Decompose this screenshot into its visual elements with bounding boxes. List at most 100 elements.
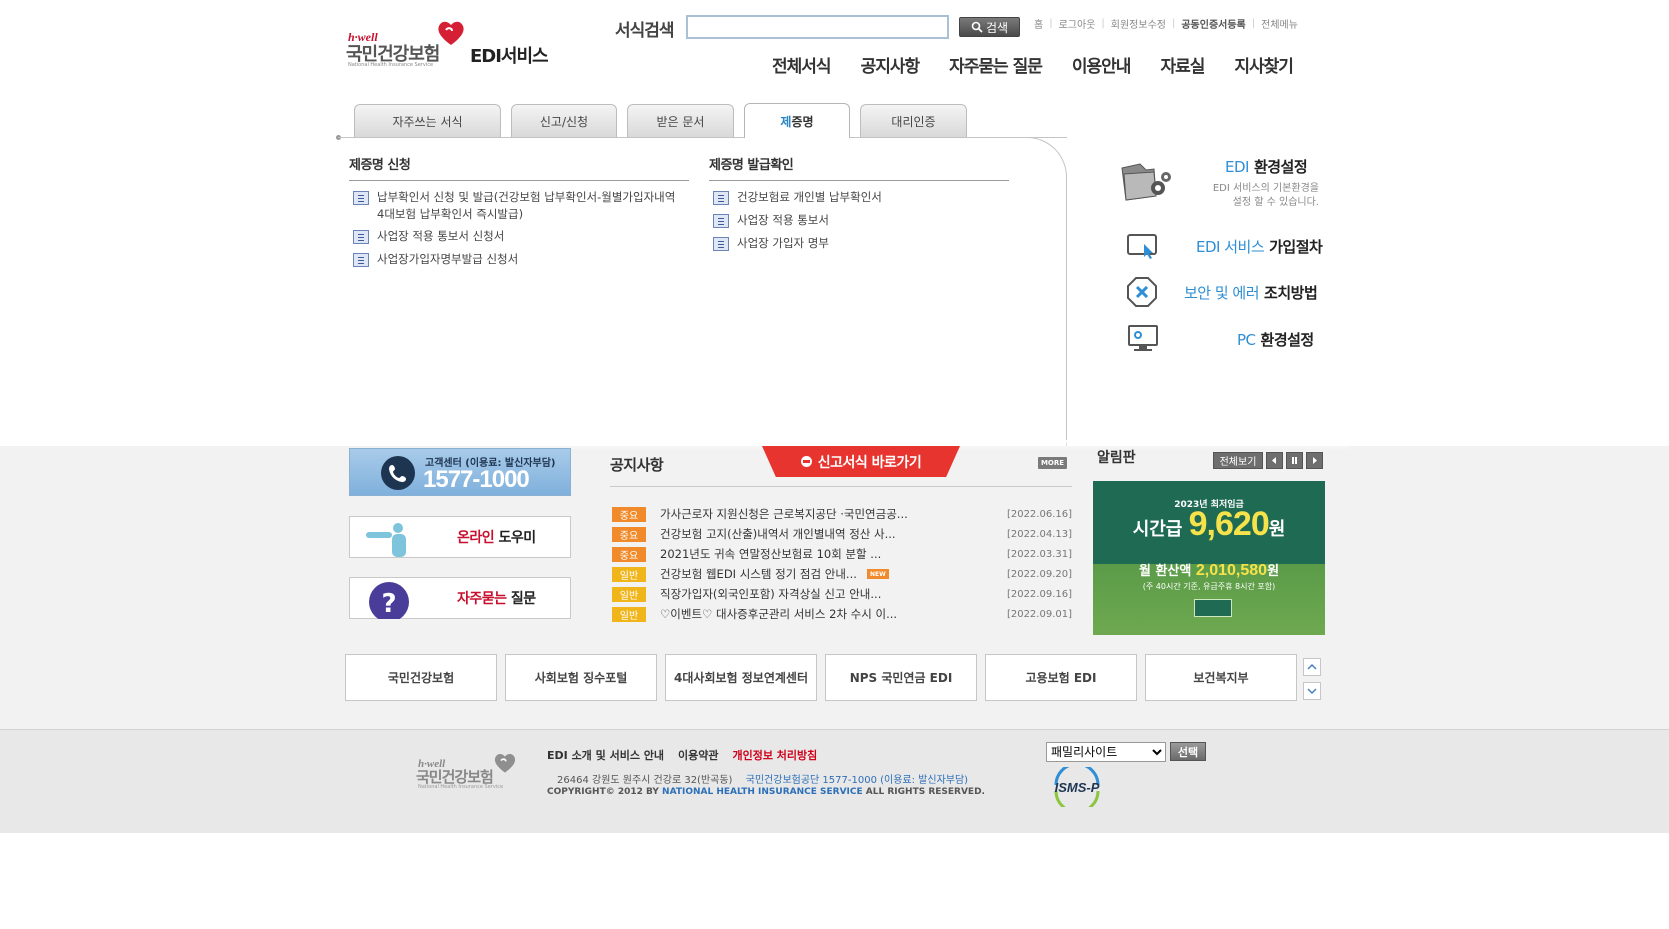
brand-logo[interactable]: h·well 국민건강보험 National Health Insurance … [346,20,556,72]
isms-mark-text: ISMS-P [1055,780,1100,795]
doc-link-workplace-notice-apply[interactable]: 사업장 적용 통보서 신청서 [353,228,683,245]
heart-logo-icon [438,21,464,45]
online-helper-button[interactable]: 온라인 도우미 [349,516,571,558]
document-icon [353,191,369,205]
board-next-button[interactable] [1306,452,1323,469]
customer-center-number: 1577-1000 [423,466,530,493]
global-nav: 전체서식 공지사항 자주묻는 질문 이용안내 자료실 지사찾기 [772,52,1294,77]
side-menu-label: 가입절차 [1269,238,1323,256]
util-member-edit-link[interactable]: 회원정보수정 [1111,16,1166,31]
notice-more-button[interactable]: MORE [1038,457,1067,469]
gnb-all-forms[interactable]: 전체서식 [772,52,832,77]
side-menu-pc-settings[interactable]: PC 환경설정 [1237,329,1314,350]
notice-row[interactable]: 일반 직장가입자(외국인포함) 자격상실 신고 안내... [2022.09.1… [612,584,1072,604]
search-input[interactable] [686,15,949,39]
footer-link-privacy[interactable]: 개인정보 처리방침 [733,747,818,763]
online-helper-label: 온라인 도우미 [457,527,536,547]
minus-circle-icon [800,456,812,467]
footer-link-terms[interactable]: 이용약관 [678,747,718,763]
family-banner-label: 4대사회보험 정보연계센터 [674,671,808,685]
faq-button[interactable]: ? 자주묻는 질문 [349,577,571,619]
doc-link-personal-payment[interactable]: 건강보험료 개인별 납부확인서 [713,189,1013,206]
tab-label: 신고/신청 [539,114,589,129]
banner-hourly-prefix: 시간급 [1132,519,1189,540]
pc-monitor-icon [1128,325,1158,351]
notice-row[interactable]: 일반 ♡이벤트♡ 대사증후군관리 서비스 2차 수시 이... [2022.09… [612,604,1072,624]
cert-issue-title: 제증명 발급확인 [709,158,794,173]
family-banner-label: 국민건강보험 [387,671,455,685]
side-menu-env-settings[interactable]: EDI 환경설정 [1225,156,1308,177]
notice-row[interactable]: 중요 건강보험 고지(산출)내역서 개인별내역 정산 사... [2022.04… [612,524,1072,544]
family-banner-4insure[interactable]: 4대사회보험 정보연계센터 [665,654,817,701]
gnb-library[interactable]: 자료실 [1160,52,1205,77]
error-octagon-icon [1127,277,1157,307]
footer-logo-english: National Health Insurance Service [418,784,504,790]
gnb-faq[interactable]: 자주묻는 질문 [949,52,1043,77]
doc-link-workplace-notice[interactable]: 사업장 적용 통보서 [713,212,1013,229]
side-menu-label: 환경설정 [1253,158,1308,176]
doc-link-payment-confirm[interactable]: 납부확인서 신청 및 발급(건강보험 납부확인서-월별가입자내역 4대보험 납부… [353,189,683,223]
board-pause-button[interactable] [1286,452,1303,469]
gnb-guide[interactable]: 이용안내 [1072,52,1132,77]
copyright-suffix: ALL RIGHTS RESERVED. [862,787,985,797]
notice-row[interactable]: 중요 2021년도 귀속 연말정산보험료 10회 분할 ... [2022.03… [612,544,1072,564]
banner-scroll-up-button[interactable] [1303,658,1321,676]
document-icon [713,237,729,251]
tab-frequent-forms[interactable]: 자주쓰는 서식 [354,104,501,137]
notice-title-text: 2021년도 귀속 연말정산보험료 10회 분할 ... [660,547,882,561]
family-banner-nhis[interactable]: 국민건강보험 [345,654,497,701]
notice-row[interactable]: 중요 가사근로자 지원신청은 근로복지공단 ·국민연금공... [2022.06… [612,504,1072,524]
util-all-menu-link[interactable]: 전체메뉴 [1261,16,1298,31]
online-helper-highlight: 온라인 [457,530,495,546]
family-site-go-button[interactable]: 선택 [1170,742,1206,761]
board-view-all-button[interactable]: 전체보기 [1213,452,1263,469]
tab-received-docs[interactable]: 받은 문서 [627,104,734,137]
document-icon [713,191,729,205]
banner-hourly-value: 9,620 [1188,505,1270,543]
divider [349,180,689,181]
doc-link-member-list-apply[interactable]: 사업장가입자명부발급 신청서 [353,251,683,268]
family-banner-employment-edi[interactable]: 고용보험 EDI [985,654,1137,701]
family-site-select[interactable]: 패밀리사이트 [1046,742,1166,762]
notice-title-text: 건강보험 웹EDI 시스템 정기 점검 안내... [660,567,857,581]
util-cert-register-link[interactable]: 공동인증서등록 [1181,16,1245,31]
isms-p-certification-mark: ISMS-P [1054,767,1100,807]
side-menu-label: 환경설정 [1260,331,1315,349]
side-menu-join-procedure[interactable]: EDI 서비스 가입절차 [1196,236,1323,257]
pointing-person-icon [366,523,406,557]
notice-badge: 일반 [612,606,646,622]
doc-link-label: 사업장 가입자 명부 [737,236,829,250]
board-prev-button[interactable] [1266,452,1283,469]
tab-certificates[interactable]: 제 증명 [744,103,850,138]
notice-badge: 일반 [612,586,646,602]
notice-date: [2022.03.31] [1006,548,1072,560]
search-label: 서식검색 [615,21,675,41]
minimum-wage-banner[interactable]: 2023년 최저임금 시간급 9,620원 월 환산액 2,010,580원 (… [1093,481,1325,635]
tab-proxy-auth[interactable]: 대리인증 [860,104,967,137]
banner-scroll-down-button[interactable] [1303,682,1321,700]
tab-label: 자주쓰는 서식 [392,114,463,129]
family-banner-label: 사회보험 징수포털 [534,671,628,685]
doc-link-label: 사업장 적용 통보서 [737,213,829,227]
report-form-shortcut-button[interactable]: 신고서식 바로가기 [762,446,960,477]
family-banner-nps-edi[interactable]: NPS 국민연금 EDI [825,654,977,701]
gnb-branch-finder[interactable]: 지사찾기 [1234,52,1294,77]
gnb-notices[interactable]: 공지사항 [861,52,921,77]
notice-title-text: 건강보험 고지(산출)내역서 개인별내역 정산 사... [660,527,896,541]
search-icon [971,21,983,33]
util-home-link[interactable]: 홈 [1034,16,1043,31]
banner-monthly-prefix: 월 환산액 [1138,564,1196,579]
bulletin-board-title: 알림판 [1097,450,1136,466]
banner-badge [1194,599,1232,617]
edi-main-page: h·well 국민건강보험 National Health Insurance … [0,0,1669,929]
notice-row[interactable]: 일반 건강보험 웹EDI 시스템 정기 점검 안내... NEW [2022.0… [612,564,1072,584]
util-logout-link[interactable]: 로그아웃 [1059,16,1096,31]
family-banner-social-insurance[interactable]: 사회보험 징수포털 [505,654,657,701]
tab-report-apply[interactable]: 신고/신청 [511,104,617,137]
customer-center-banner[interactable]: 고객센터 (이용료: 발신자부담) 1577-1000 [349,448,571,496]
family-banner-mohw[interactable]: 보건복지부 [1145,654,1297,701]
search-button[interactable]: 검색 [959,17,1020,37]
footer-link-about[interactable]: EDI 소개 및 서비스 안내 [547,747,664,763]
doc-link-member-list[interactable]: 사업장 가입자 명부 [713,235,1013,252]
side-menu-security-errors[interactable]: 보안 및 에러 조치방법 [1184,282,1318,303]
